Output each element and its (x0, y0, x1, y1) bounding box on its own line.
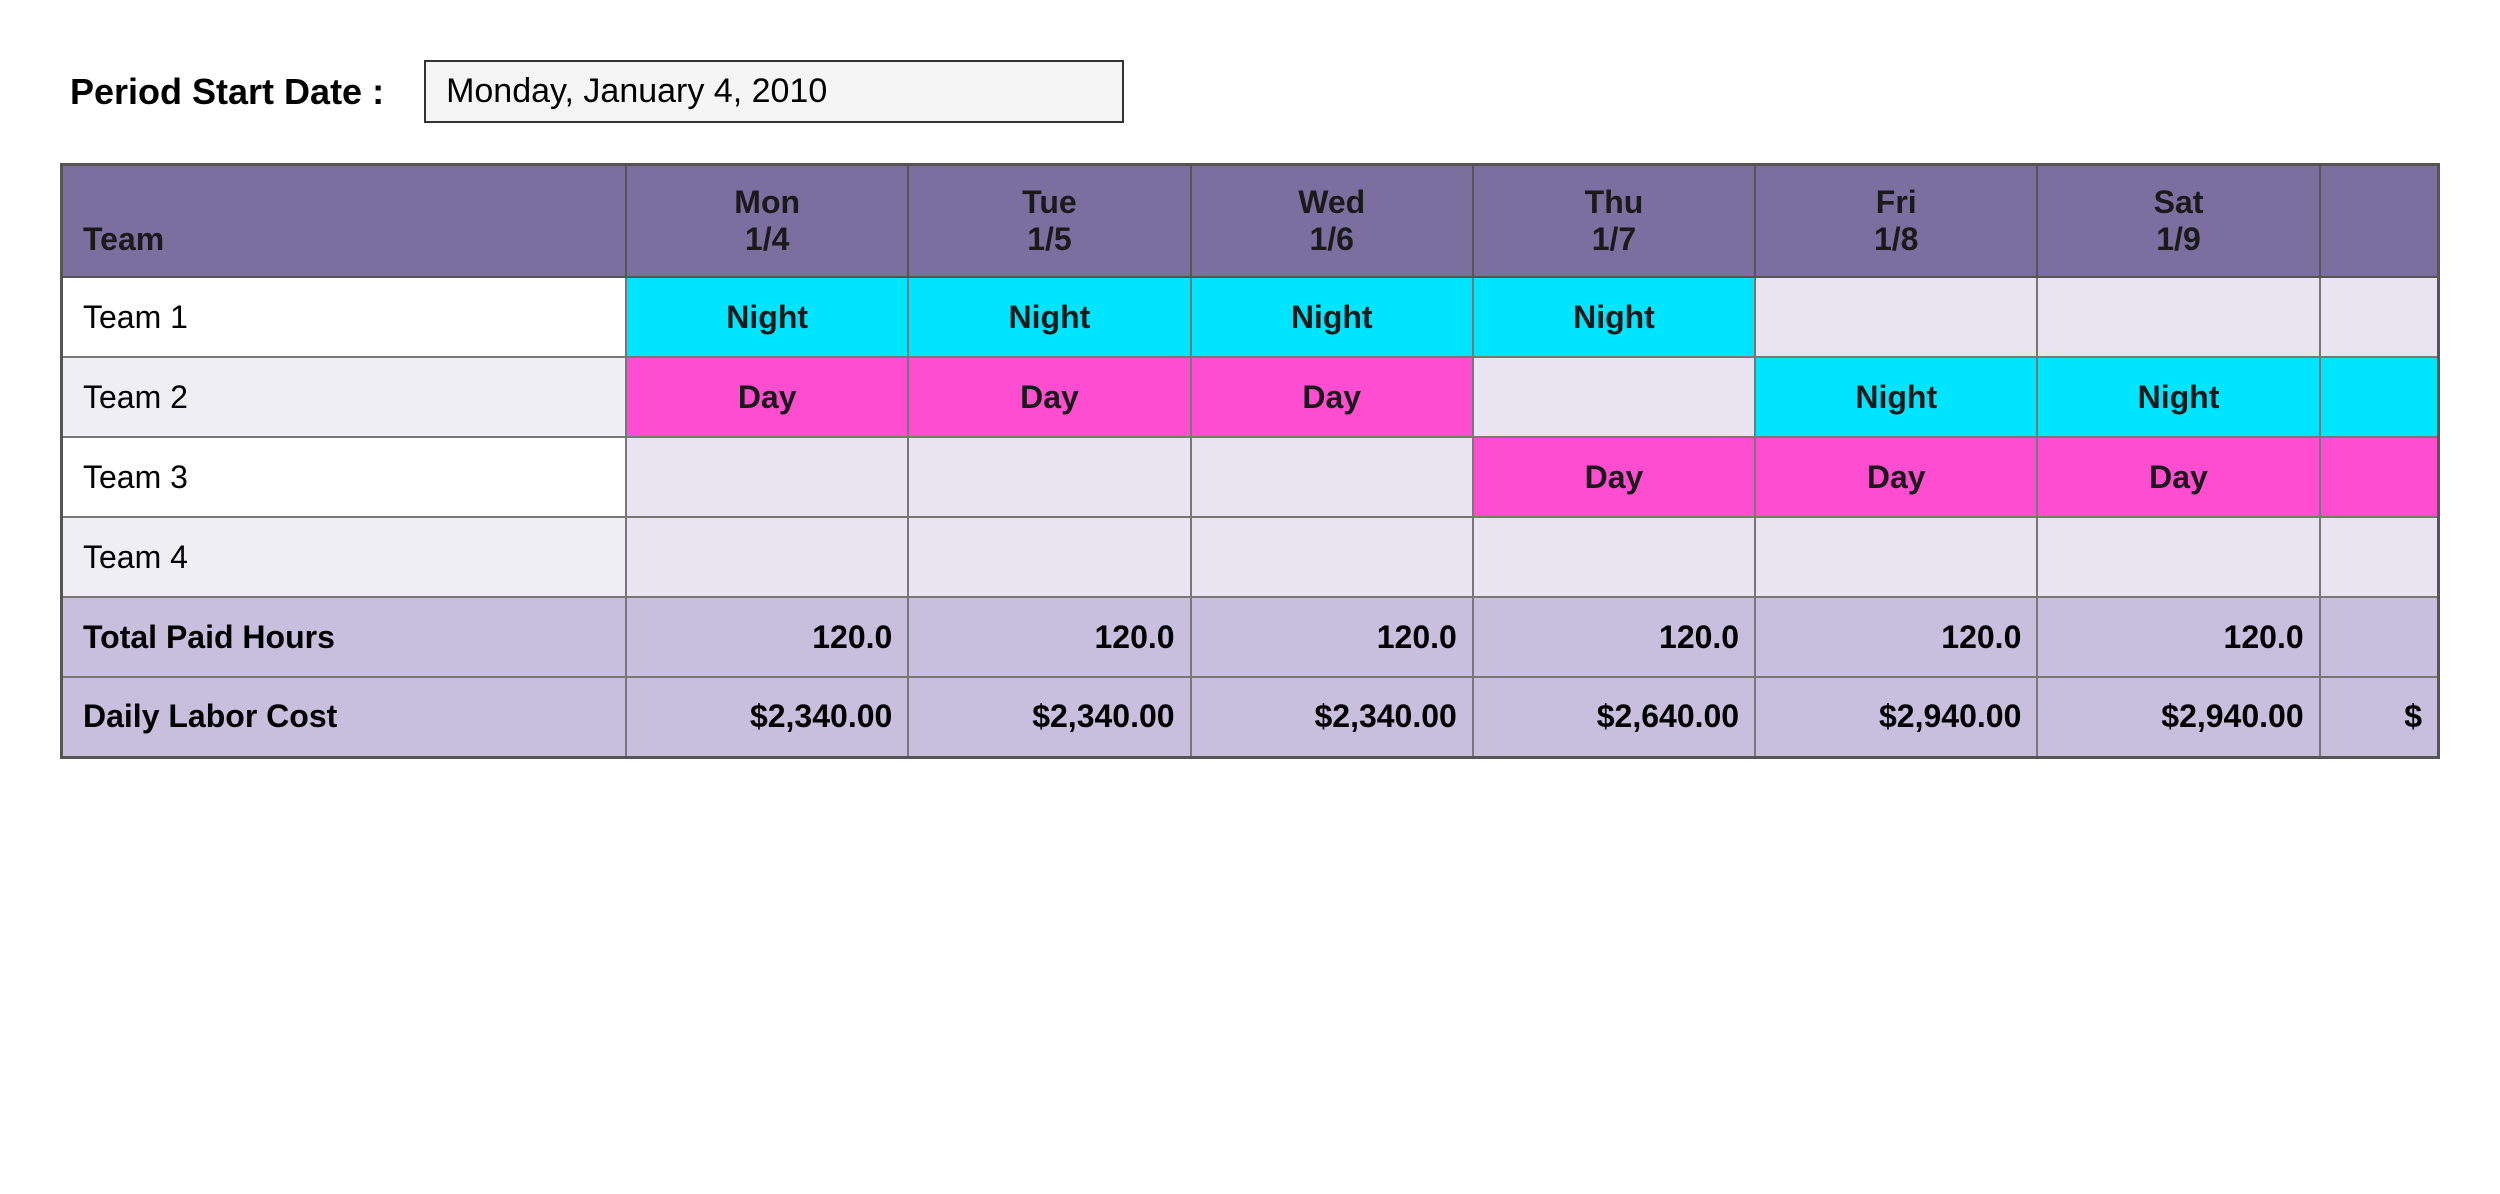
total-paid-hours-value: 120.0 (1755, 597, 2037, 677)
schedule-cell[interactable] (908, 437, 1190, 517)
partial-col-cell (2320, 277, 2439, 357)
schedule-cell[interactable] (1755, 277, 2037, 357)
schedule-cell[interactable]: Day (1191, 357, 1473, 437)
schedule-cell[interactable] (2037, 277, 2319, 357)
schedule-cell[interactable] (908, 517, 1190, 597)
daily-labor-cost-value: $2,340.00 (626, 677, 908, 757)
daily-labor-cost-value: $2,640.00 (1473, 677, 1755, 757)
col-header-tue: Tue 1/5 (908, 165, 1190, 278)
col-header-fri: Fri 1/8 (1755, 165, 2037, 278)
schedule-cell[interactable]: Night (908, 277, 1190, 357)
col-header-thu: Thu 1/7 (1473, 165, 1755, 278)
col-header-team: Team (62, 165, 627, 278)
schedule-cell[interactable]: Night (626, 277, 908, 357)
daily-labor-cost-value: $2,940.00 (2037, 677, 2319, 757)
col-header-wed: Wed 1/6 (1191, 165, 1473, 278)
total-paid-hours-row: Total Paid Hours120.0120.0120.0120.0120.… (62, 597, 2439, 677)
daily-labor-cost-partial: $ (2320, 677, 2439, 757)
schedule-cell[interactable] (626, 437, 908, 517)
total-paid-hours-value: 120.0 (1473, 597, 1755, 677)
table-row: Team 4 (62, 517, 2439, 597)
schedule-cell[interactable]: Day (908, 357, 1190, 437)
total-paid-hours-value: 120.0 (626, 597, 908, 677)
schedule-cell[interactable]: Night (1755, 357, 2037, 437)
col-header-mon: Mon 1/4 (626, 165, 908, 278)
period-date-input[interactable] (424, 60, 1124, 123)
schedule-cell[interactable] (1191, 517, 1473, 597)
schedule-cell[interactable]: Day (626, 357, 908, 437)
schedule-cell[interactable] (1755, 517, 2037, 597)
schedule-cell[interactable]: Day (2037, 437, 2319, 517)
schedule-cell[interactable]: Night (2037, 357, 2319, 437)
partial-col-cell (2320, 357, 2439, 437)
col-header-partial (2320, 165, 2439, 278)
col-header-sat: Sat 1/9 (2037, 165, 2319, 278)
schedule-cell[interactable]: Night (1473, 277, 1755, 357)
partial-col-cell (2320, 517, 2439, 597)
schedule-cell[interactable] (2037, 517, 2319, 597)
schedule-cell[interactable]: Day (1755, 437, 2037, 517)
team-name-cell: Team 4 (62, 517, 627, 597)
schedule-table: Team Mon 1/4 Tue 1/5 Wed 1/6 Thu 1/7 Fri… (60, 163, 2440, 759)
schedule-cell[interactable] (1191, 437, 1473, 517)
total-paid-hours-value: 120.0 (1191, 597, 1473, 677)
table-row: Team 3DayDayDay (62, 437, 2439, 517)
team-name-cell: Team 1 (62, 277, 627, 357)
total-paid-hours-label: Total Paid Hours (62, 597, 627, 677)
schedule-cell[interactable]: Day (1473, 437, 1755, 517)
daily-labor-cost-value: $2,340.00 (1191, 677, 1473, 757)
table-row: Team 1NightNightNightNight (62, 277, 2439, 357)
daily-labor-cost-value: $2,340.00 (908, 677, 1190, 757)
daily-labor-cost-value: $2,940.00 (1755, 677, 2037, 757)
total-paid-hours-value: 120.0 (2037, 597, 2319, 677)
total-paid-hours-value: 120.0 (908, 597, 1190, 677)
schedule-cell[interactable] (626, 517, 908, 597)
partial-col-cell (2320, 437, 2439, 517)
team-name-cell: Team 2 (62, 357, 627, 437)
schedule-cell[interactable]: Night (1191, 277, 1473, 357)
period-start-row: Period Start Date : (70, 60, 2440, 123)
total-paid-hours-partial (2320, 597, 2439, 677)
table-header-row: Team Mon 1/4 Tue 1/5 Wed 1/6 Thu 1/7 Fri… (62, 165, 2439, 278)
daily-labor-cost-label: Daily Labor Cost (62, 677, 627, 757)
schedule-cell[interactable] (1473, 357, 1755, 437)
period-label: Period Start Date : (70, 71, 384, 113)
daily-labor-cost-row: Daily Labor Cost$2,340.00$2,340.00$2,340… (62, 677, 2439, 757)
schedule-cell[interactable] (1473, 517, 1755, 597)
table-row: Team 2DayDayDayNightNight (62, 357, 2439, 437)
team-name-cell: Team 3 (62, 437, 627, 517)
